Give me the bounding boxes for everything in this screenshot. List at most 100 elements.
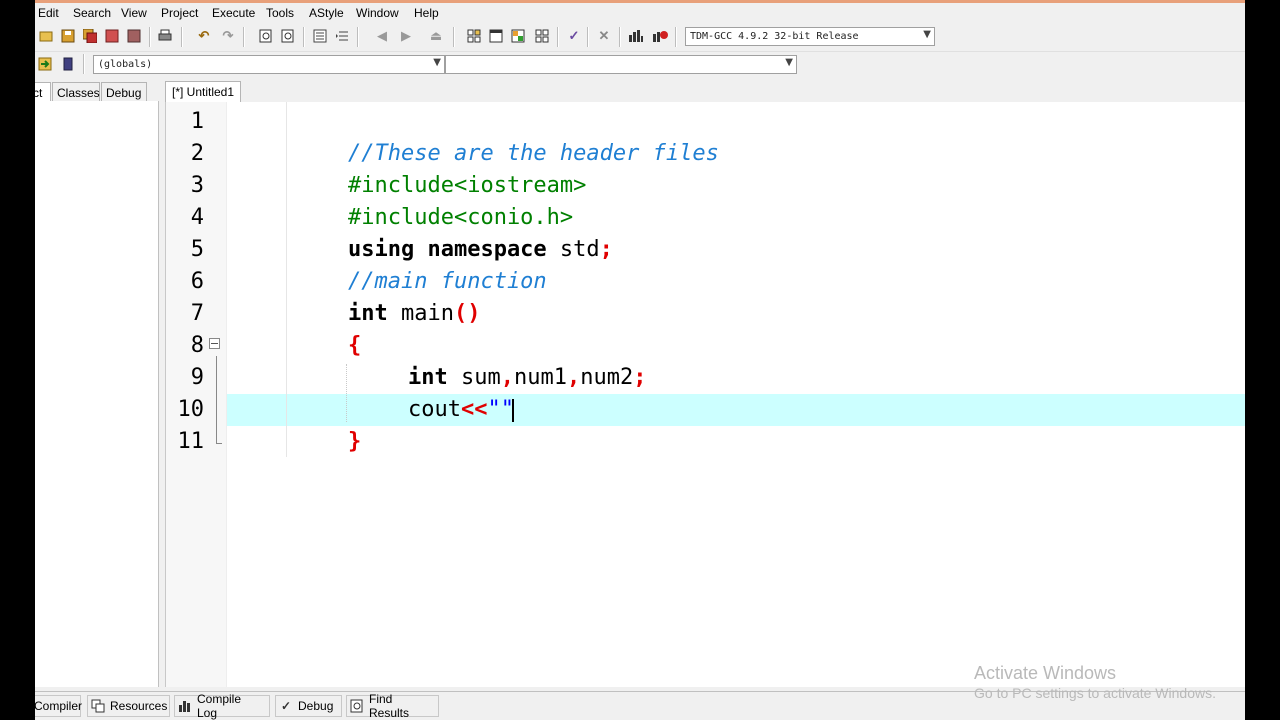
clear-icon[interactable]: ✕ xyxy=(595,27,613,45)
function-select[interactable]: ▼ xyxy=(445,55,797,74)
line-number: 6 xyxy=(190,269,204,294)
scope-select-value: (globals) xyxy=(98,59,153,70)
line-number: 3 xyxy=(190,173,204,198)
identifier: num2 xyxy=(580,365,634,390)
keyword: using namespace xyxy=(348,237,547,262)
menu-view[interactable]: View xyxy=(121,6,147,20)
chevron-down-icon: ▼ xyxy=(785,57,793,68)
tab-debug-output-label: Debug xyxy=(298,699,334,713)
delete-profile-icon[interactable] xyxy=(651,27,669,45)
bar-chart-icon xyxy=(178,699,192,713)
tab-resources[interactable]: Resources xyxy=(87,695,170,717)
menu-window[interactable]: Window xyxy=(356,6,399,20)
line-number: 1 xyxy=(190,109,204,134)
grid-icon[interactable] xyxy=(533,27,551,45)
fold-guide-end xyxy=(216,443,222,444)
tab-resources-label: Resources xyxy=(110,699,168,713)
bookmark-icon[interactable] xyxy=(59,55,77,73)
tab-compile-log-label: Compile Log xyxy=(197,692,242,720)
indent-icon[interactable] xyxy=(311,27,329,45)
chevron-down-icon: ▼ xyxy=(923,29,931,40)
symbol: ; xyxy=(599,237,613,262)
code-line-6: //main function xyxy=(348,266,547,298)
dev-cpp-window: Edit Search View Project Execute Tools A… xyxy=(35,0,1245,720)
indent-guide xyxy=(346,364,348,422)
unindent-icon[interactable] xyxy=(333,27,351,45)
layout-icon[interactable] xyxy=(509,27,527,45)
chevron-down-icon: ▼ xyxy=(433,57,441,68)
menu-bar: Edit Search View Project Execute Tools A… xyxy=(35,3,1245,23)
menu-execute[interactable]: Execute xyxy=(212,6,255,20)
menu-tools[interactable]: Tools xyxy=(266,6,294,20)
identifier: std xyxy=(546,237,600,262)
code-line-3: #include<iostream> xyxy=(348,170,586,202)
edge-margin-line xyxy=(286,102,287,457)
comment: //main function xyxy=(348,269,547,294)
tab-classes[interactable]: Classes xyxy=(52,82,100,101)
redo-icon[interactable]: ↷ xyxy=(219,27,237,45)
tab-project[interactable]: ct xyxy=(35,82,51,101)
keyword: int xyxy=(408,365,448,390)
save-all-icon[interactable] xyxy=(81,27,99,45)
line-number: 9 xyxy=(190,365,204,390)
keyword: int xyxy=(348,301,388,326)
code-line-4: #include<conio.h> xyxy=(348,202,573,234)
line-number: 4 xyxy=(190,205,204,230)
code-line-2: //These are the header files xyxy=(348,138,719,170)
line-number-gutter: 1 2 3 4 5 6 7 8 9 10 11 xyxy=(166,102,227,687)
check-syntax-icon[interactable]: ✓ xyxy=(565,27,583,45)
check-icon: ✓ xyxy=(280,699,292,713)
symbol: << xyxy=(460,397,488,422)
window-icon[interactable] xyxy=(487,27,505,45)
symbol: , xyxy=(500,365,514,390)
tab-untitled1[interactable]: [*] Untitled1 xyxy=(165,81,241,102)
replace-icon[interactable] xyxy=(279,27,297,45)
code-line-7: int main() xyxy=(348,298,480,330)
watermark-title: Activate Windows xyxy=(974,663,1117,683)
close-all-icon[interactable] xyxy=(125,27,143,45)
open-file-icon[interactable] xyxy=(37,27,55,45)
print-icon[interactable] xyxy=(156,27,174,45)
goto-icon[interactable] xyxy=(36,55,54,73)
undo-icon[interactable]: ↶ xyxy=(195,27,213,45)
symbol: , xyxy=(566,365,581,390)
identifier: main xyxy=(387,301,454,326)
compile-back-icon[interactable]: ◀ xyxy=(373,27,391,45)
find-results-icon xyxy=(350,699,364,713)
tab-compile-log[interactable]: Compile Log xyxy=(174,692,270,720)
tab-find-results[interactable]: Find Results xyxy=(346,692,439,720)
fold-collapse-icon[interactable] xyxy=(209,338,220,349)
preprocessor: #include<conio.h> xyxy=(348,205,574,230)
menu-search[interactable]: Search xyxy=(73,6,111,20)
menu-help[interactable]: Help xyxy=(414,6,439,20)
find-icon[interactable] xyxy=(257,27,275,45)
menu-astyle[interactable]: AStyle xyxy=(309,6,344,20)
line-number: 8 xyxy=(190,333,204,358)
preprocessor: #include<iostream> xyxy=(348,173,587,198)
scope-select[interactable]: (globals) ▼ xyxy=(93,55,445,74)
tab-compiler[interactable]: Compiler xyxy=(35,695,82,717)
code-line-9: int sum,num1,num2; xyxy=(408,362,646,394)
class-toolbar: (globals) ▼ ▼ xyxy=(35,52,1245,78)
code-line-8: { xyxy=(348,330,361,362)
string-literal: "" xyxy=(487,397,514,422)
close-file-icon[interactable] xyxy=(103,27,121,45)
profile-chart-icon[interactable] xyxy=(627,27,645,45)
compile-forward-icon[interactable]: ▶ xyxy=(397,27,415,45)
menu-edit[interactable]: Edit xyxy=(38,6,59,20)
stop-icon[interactable]: ⏏ xyxy=(427,27,445,45)
resources-icon xyxy=(91,699,105,713)
line-number: 5 xyxy=(190,237,204,262)
save-icon[interactable] xyxy=(59,27,77,45)
main-toolbar: ↶ ↷ ◀ ▶ ⏏ ✓ ✕ TDM-GCC 4.9.2 32-bit Relea… xyxy=(35,23,1245,52)
compiler-select[interactable]: TDM-GCC 4.9.2 32-bit Release ▼ xyxy=(685,27,935,46)
tab-debug-output[interactable]: ✓ Debug xyxy=(275,695,342,717)
new-class-icon[interactable] xyxy=(465,27,483,45)
code-editor[interactable]: 1 2 3 4 5 6 7 8 9 10 11 //These are the … xyxy=(165,102,1245,687)
identifier: sum xyxy=(447,365,501,390)
menu-project[interactable]: Project xyxy=(161,6,198,20)
project-browser-panel[interactable] xyxy=(35,101,159,687)
identifier: num1 xyxy=(513,365,567,390)
left-panel-tabs: ct Classes Debug xyxy=(35,80,160,102)
tab-debug[interactable]: Debug xyxy=(101,82,147,101)
